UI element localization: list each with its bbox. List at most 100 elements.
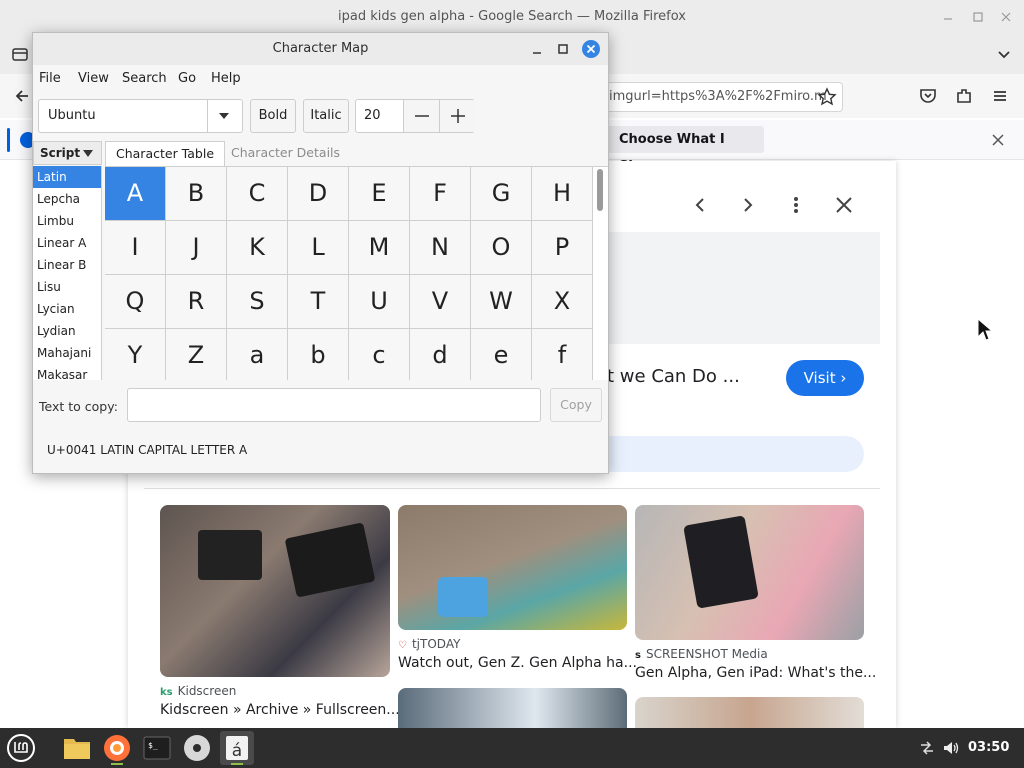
image-source[interactable]: ♡ tjTODAY <box>398 637 460 651</box>
image-caption[interactable]: Gen Alpha, Gen iPad: What's the... <box>635 665 876 681</box>
italic-button[interactable]: Italic <box>303 99 349 133</box>
char-cell[interactable]: J <box>166 221 227 275</box>
tab-character-details[interactable]: Character Details <box>221 141 350 166</box>
font-selector[interactable]: Ubuntu <box>38 99 243 133</box>
increase-size-button[interactable] <box>439 100 475 132</box>
text-to-copy-input[interactable] <box>127 388 541 422</box>
script-item-lepcha[interactable]: Lepcha <box>33 188 101 210</box>
script-item-latin[interactable]: Latin <box>33 166 101 188</box>
menu-search[interactable]: Search <box>122 71 167 86</box>
related-search-bar[interactable] <box>596 436 864 472</box>
next-image-icon[interactable] <box>738 195 758 215</box>
scrollbar-thumb[interactable] <box>597 169 603 211</box>
char-cell[interactable]: G <box>471 167 532 221</box>
char-cell[interactable]: O <box>471 221 532 275</box>
prev-image-icon[interactable] <box>690 195 710 215</box>
close-notification-icon[interactable] <box>988 130 1008 150</box>
char-cell[interactable]: X <box>532 275 593 329</box>
char-cell[interactable]: D <box>288 167 349 221</box>
char-cell[interactable]: b <box>288 329 349 380</box>
charmap-icon[interactable]: á <box>220 731 254 765</box>
image-thumbnail[interactable] <box>398 688 627 728</box>
char-cell[interactable]: E <box>349 167 410 221</box>
image-source[interactable]: ks Kidscreen <box>160 684 236 698</box>
char-cell[interactable]: F <box>410 167 471 221</box>
char-cell[interactable]: K <box>227 221 288 275</box>
char-cell[interactable]: B <box>166 167 227 221</box>
char-cell[interactable]: C <box>227 167 288 221</box>
image-caption[interactable]: Watch out, Gen Z. Gen Alpha ha... <box>398 655 637 671</box>
pocket-icon[interactable] <box>918 86 938 106</box>
close-icon[interactable] <box>998 9 1014 25</box>
script-item-lycian[interactable]: Lycian <box>33 298 101 320</box>
firefox-icon[interactable] <box>100 731 134 765</box>
image-thumbnail[interactable] <box>160 505 390 677</box>
clock[interactable]: 03:50 <box>968 740 1009 755</box>
charmap-titlebar[interactable]: Character Map <box>33 33 608 65</box>
decrease-size-button[interactable] <box>403 100 439 132</box>
minimize-icon[interactable] <box>940 9 956 25</box>
menu-file[interactable]: File <box>39 71 61 86</box>
char-cell[interactable]: a <box>227 329 288 380</box>
char-cell[interactable]: d <box>410 329 471 380</box>
disc-icon[interactable] <box>180 731 214 765</box>
url-bar[interactable]: imgurl=https%3A%2F%2Fmiro.m <box>600 82 843 112</box>
extensions-icon[interactable] <box>954 86 974 106</box>
char-cell[interactable]: L <box>288 221 349 275</box>
terminal-icon[interactable]: $_ <box>140 731 174 765</box>
script-item-mahajani[interactable]: Mahajani <box>33 342 101 364</box>
volume-icon[interactable] <box>942 739 960 757</box>
menu-help[interactable]: Help <box>211 71 241 86</box>
close-preview-icon[interactable] <box>834 195 854 215</box>
char-cell[interactable]: A <box>105 167 166 221</box>
script-item-limbu[interactable]: Limbu <box>33 210 101 232</box>
menu-view[interactable]: View <box>78 71 109 86</box>
char-cell[interactable]: Z <box>166 329 227 380</box>
firefox-view-icon[interactable] <box>10 44 30 64</box>
char-cell[interactable]: I <box>105 221 166 275</box>
image-thumbnail[interactable] <box>635 697 864 728</box>
font-size-spinner[interactable]: 20 <box>355 99 475 133</box>
maximize-icon[interactable] <box>553 39 573 59</box>
char-cell[interactable]: V <box>410 275 471 329</box>
list-tabs-icon[interactable] <box>994 44 1014 64</box>
char-cell[interactable]: Q <box>105 275 166 329</box>
char-cell[interactable]: P <box>532 221 593 275</box>
char-cell[interactable]: S <box>227 275 288 329</box>
char-cell[interactable]: c <box>349 329 410 380</box>
image-caption[interactable]: Kidscreen » Archive » Fullscreen... <box>160 702 400 718</box>
back-icon[interactable] <box>12 86 32 106</box>
image-source[interactable]: s SCREENSHOT Media <box>635 647 768 661</box>
script-item-linear-b[interactable]: Linear B <box>33 254 101 276</box>
files-icon[interactable] <box>60 731 94 765</box>
result-title[interactable]: at we Can Do ... <box>596 366 740 387</box>
char-cell[interactable]: U <box>349 275 410 329</box>
menu-go[interactable]: Go <box>178 71 196 86</box>
minimize-icon[interactable] <box>527 39 547 59</box>
char-cell[interactable]: R <box>166 275 227 329</box>
image-thumbnail[interactable] <box>635 505 864 640</box>
char-cell[interactable]: H <box>532 167 593 221</box>
menu-icon[interactable] <box>4 731 38 765</box>
tab-character-table[interactable]: Character Table <box>105 141 226 166</box>
char-cell[interactable]: N <box>410 221 471 275</box>
char-cell[interactable]: W <box>471 275 532 329</box>
char-cell[interactable]: f <box>532 329 593 380</box>
script-item-makasar[interactable]: Makasar <box>33 364 101 380</box>
image-thumbnail[interactable] <box>398 505 627 630</box>
more-options-icon[interactable] <box>786 195 806 215</box>
char-cell[interactable]: M <box>349 221 410 275</box>
char-cell[interactable]: Y <box>105 329 166 380</box>
maximize-icon[interactable] <box>970 9 986 25</box>
network-icon[interactable] <box>918 739 936 757</box>
script-item-linear-a[interactable]: Linear A <box>33 232 101 254</box>
choose-what-i-share-button[interactable]: Choose What I Share <box>606 126 764 174</box>
bookmark-star-icon[interactable] <box>817 87 837 107</box>
bold-button[interactable]: Bold <box>250 99 296 133</box>
copy-button[interactable]: Copy <box>550 388 602 422</box>
char-cell[interactable]: T <box>288 275 349 329</box>
close-icon[interactable] <box>581 39 601 59</box>
script-header[interactable]: Script <box>33 141 102 165</box>
script-item-lydian[interactable]: Lydian <box>33 320 101 342</box>
script-item-lisu[interactable]: Lisu <box>33 276 101 298</box>
